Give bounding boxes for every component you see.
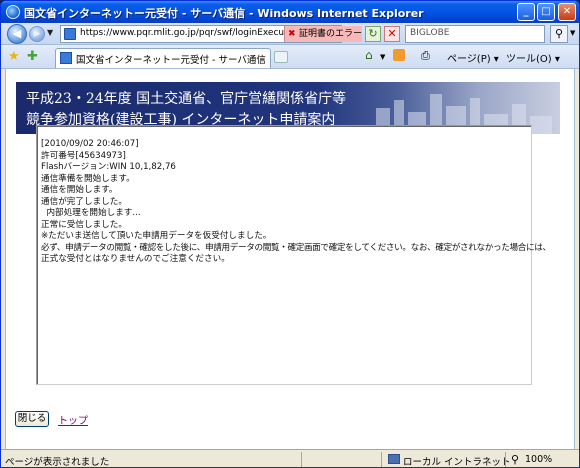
log-line: ※ただいま送信して頂いた申請用データを仮受付しました。 (41, 231, 272, 241)
close-button[interactable]: 閉じる (15, 411, 49, 427)
tab-current[interactable]: 国文省インターネットー元受付 - サーバ通信 (55, 48, 271, 68)
stop-icon[interactable]: ✕ (384, 26, 400, 42)
forward-button[interactable]: ▶ (29, 26, 45, 42)
log-line: 通信を開始します。 (41, 185, 118, 195)
banner-title-line1: 平成23・24年度 国土交通省、官庁営繕関係省庁等 (26, 91, 347, 107)
page-menu[interactable]: ページ(P) ▾ (447, 50, 499, 65)
status-divider (505, 452, 506, 467)
home-dropdown-icon[interactable]: ▼ (380, 53, 385, 61)
ie-icon (6, 5, 20, 19)
log-line: 正式な受付とはなりませんのでご注意ください。 (41, 254, 230, 264)
title-bar[interactable]: 国文省インターネットー元受付 - サーバ通信 - Windows Interne… (1, 1, 579, 23)
log-line: [2010/09/02 20:46:07] (41, 139, 139, 149)
tab-page-icon (60, 52, 72, 64)
log-line: 通信が完了しました。 (41, 196, 127, 207)
close-window-button[interactable]: ✕ (558, 3, 576, 21)
status-bar: ページが表示されました ローカル イントラネット ⚲ 100% (1, 449, 579, 468)
certificate-error-button[interactable]: 証明書のエラー (284, 26, 362, 42)
new-tab-button[interactable] (274, 51, 288, 63)
log-line: 必ず、申請データの閲覧・確認をした後に、申請用データの閲覧・確定画面で確定をして… (41, 242, 551, 253)
search-icon[interactable]: ⚲ (550, 25, 568, 43)
minimize-button[interactable]: _ (517, 3, 535, 21)
back-button[interactable]: ◀ (7, 24, 27, 44)
intranet-zone-icon (388, 454, 400, 464)
search-dropdown-icon[interactable]: ▼ (570, 29, 575, 37)
page-icon (64, 28, 76, 40)
browser-window: 国文省インターネットー元受付 - サーバ通信 - Windows Interne… (0, 0, 580, 468)
tools-menu[interactable]: ツール(O) ▾ (506, 50, 560, 65)
print-icon[interactable]: ⎙ (421, 49, 430, 63)
favorites-star-icon[interactable]: ★ (8, 50, 20, 63)
log-line: 許可番号[45634973] (41, 150, 126, 161)
security-zone: ローカル イントラネット (403, 457, 511, 468)
tab-title: 国文省インターネットー元受付 - サーバ通信 (76, 55, 266, 66)
refresh-icon[interactable]: ↻ (365, 26, 381, 42)
search-placeholder: BIGLOBE (410, 28, 450, 38)
status-divider (381, 452, 382, 467)
feeds-icon[interactable] (393, 49, 405, 61)
status-divider (301, 452, 302, 467)
log-line: 内部処理を開始します... (41, 208, 141, 218)
add-favorite-icon[interactable]: ✚ (27, 49, 38, 64)
communication-log: [2010/09/02 20:46:07] 許可番号[45634973] Fla… (36, 125, 551, 385)
page-content: 平成23・24年度 国土交通省、官庁営繕関係省庁等 競争参加資格(建設工事) イ… (5, 69, 575, 449)
zoom-icon[interactable]: ⚲ (511, 453, 519, 466)
log-line: 通信準備を開始します。 (41, 173, 135, 184)
maximize-button[interactable]: □ (537, 3, 555, 21)
zoom-level[interactable]: 100% (525, 454, 552, 465)
log-line: Flashバージョン:WIN 10,1,82,76 (41, 162, 176, 172)
window-title: 国文省インターネットー元受付 - サーバ通信 - Windows Interne… (24, 7, 424, 20)
search-input[interactable]: BIGLOBE (405, 25, 545, 43)
address-row: ◀ ▶ ▼ https://www.pqr.mlit.go.jp/pqr/swf… (1, 23, 579, 45)
top-link[interactable]: トップ (58, 412, 88, 427)
tab-row: ★ ✚ 国文省インターネットー元受付 - サーバ通信 ⌂ ▼ ⎙ ページ(P) … (1, 45, 579, 69)
home-icon[interactable]: ⌂ (365, 48, 373, 62)
status-text: ページが表示されました (5, 457, 110, 468)
history-dropdown-icon[interactable]: ▼ (47, 28, 53, 37)
log-line: 正常に受信しました。 (41, 219, 127, 230)
